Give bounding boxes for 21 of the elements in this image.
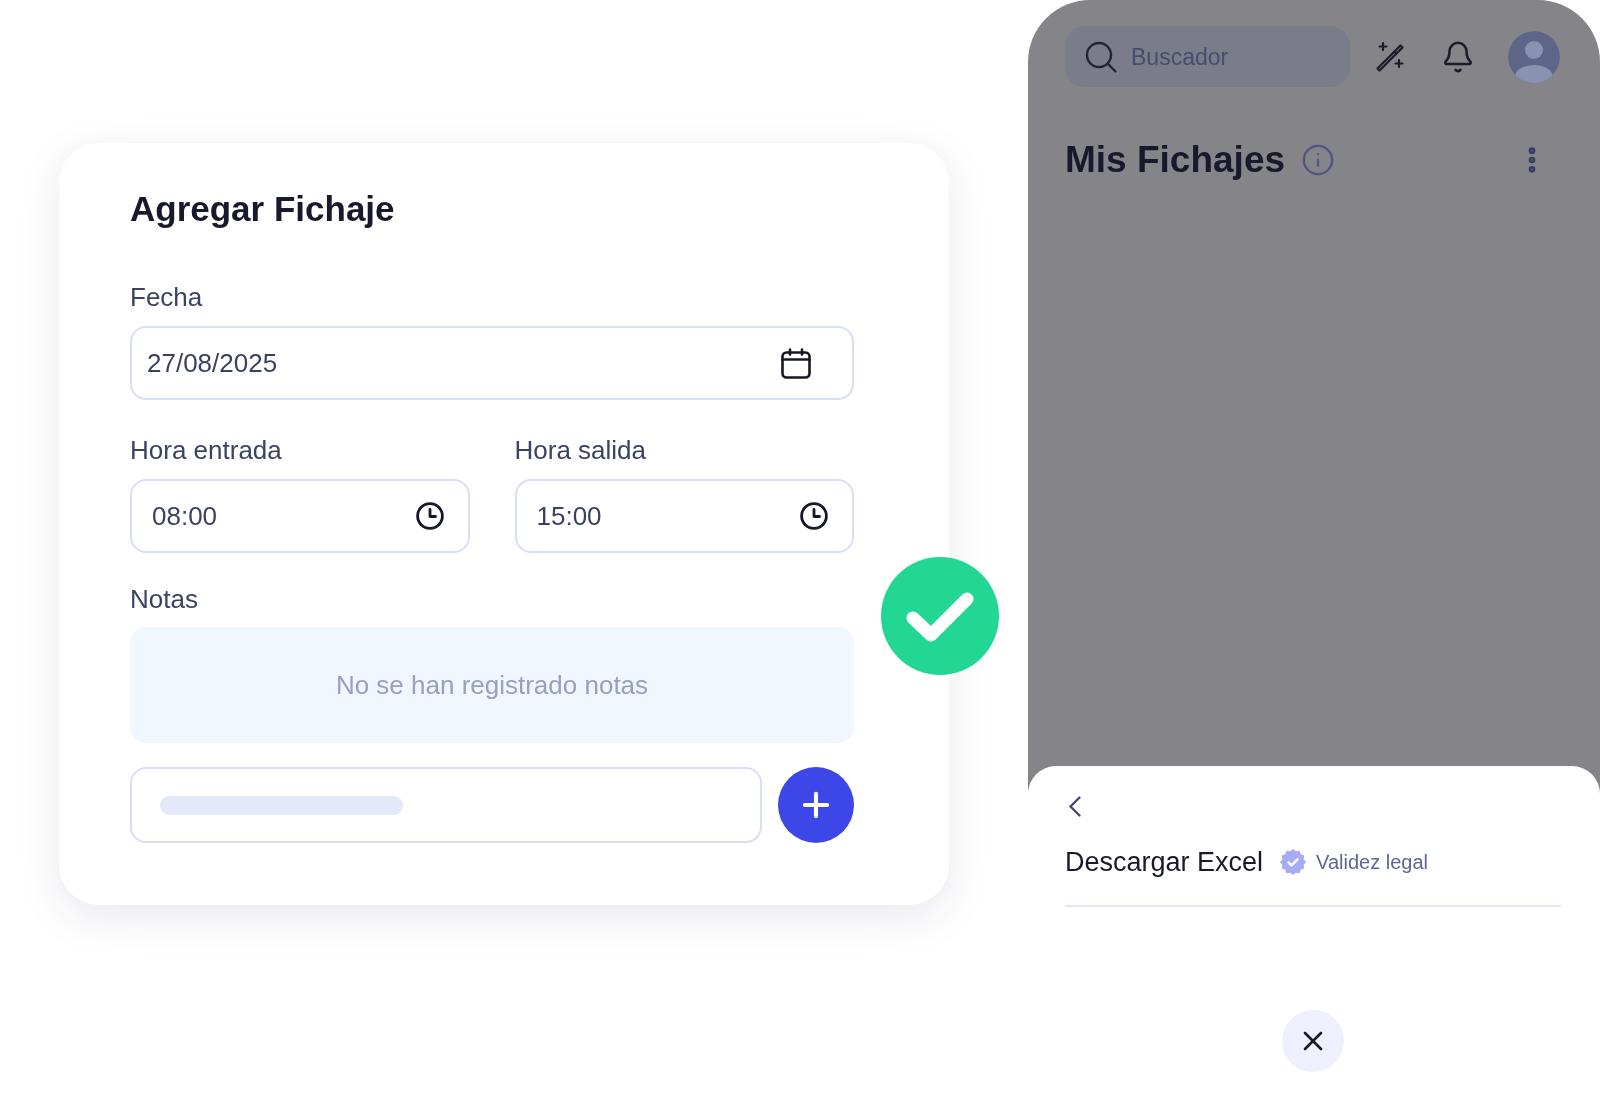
form-title: Agregar Fichaje — [130, 189, 395, 229]
notes-label: Notas — [130, 584, 198, 614]
verified-badge-icon — [1280, 849, 1307, 875]
menu-option[interactable]: Descargar Excel — [1065, 847, 1264, 877]
field-label: Fecha — [130, 282, 203, 312]
chevron-left-icon[interactable] — [1069, 796, 1081, 817]
date-field[interactable]: 27/08/2025 — [130, 326, 854, 400]
time-field[interactable]: 08:00 — [130, 479, 470, 553]
empty-notes-message: No se han registrado notas — [335, 670, 649, 700]
magic-wand-icon[interactable] — [1374, 40, 1406, 73]
field-label: Hora entrada — [130, 435, 282, 465]
calendar-icon[interactable] — [781, 347, 811, 379]
clock-icon[interactable] — [415, 502, 444, 530]
note-input-field[interactable] — [130, 767, 762, 843]
field-label: Hora salida — [514, 435, 646, 465]
clock-icon[interactable] — [800, 502, 828, 530]
page-title: Mis Fichajes — [1065, 138, 1286, 182]
bell-icon[interactable] — [1441, 39, 1475, 74]
time-field[interactable]: 15:00 — [514, 479, 854, 553]
badge-label: Validez legal — [1316, 850, 1428, 874]
search-icon — [1085, 40, 1117, 73]
